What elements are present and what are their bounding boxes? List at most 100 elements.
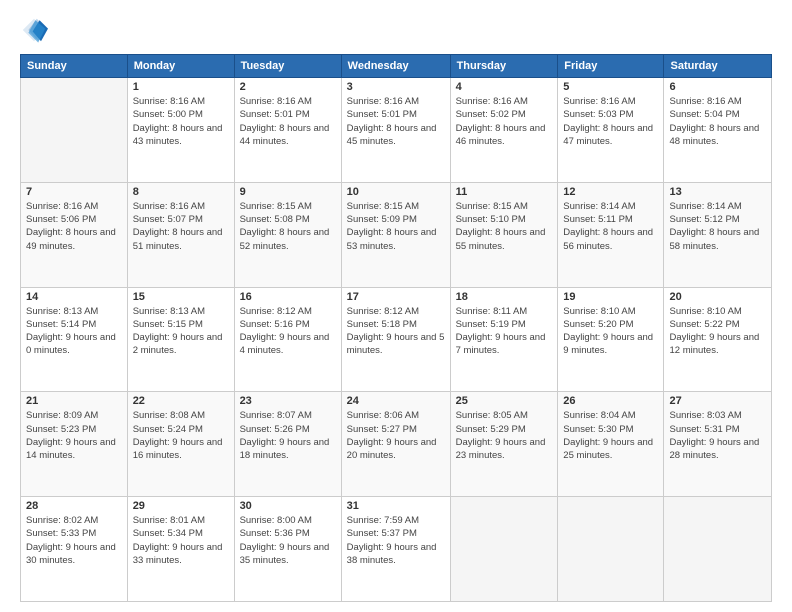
day-info: Sunrise: 8:16 AMSunset: 5:01 PMDaylight:… xyxy=(347,95,445,148)
calendar-cell: 20 Sunrise: 8:10 AMSunset: 5:22 PMDaylig… xyxy=(664,287,772,392)
calendar-cell: 11 Sunrise: 8:15 AMSunset: 5:10 PMDaylig… xyxy=(450,182,558,287)
calendar-cell: 4 Sunrise: 8:16 AMSunset: 5:02 PMDayligh… xyxy=(450,78,558,183)
day-info: Sunrise: 8:04 AMSunset: 5:30 PMDaylight:… xyxy=(563,409,658,462)
calendar-cell: 14 Sunrise: 8:13 AMSunset: 5:14 PMDaylig… xyxy=(21,287,128,392)
day-info: Sunrise: 8:12 AMSunset: 5:18 PMDaylight:… xyxy=(347,305,445,358)
calendar-cell: 31 Sunrise: 7:59 AMSunset: 5:37 PMDaylig… xyxy=(341,497,450,602)
day-info: Sunrise: 8:16 AMSunset: 5:01 PMDaylight:… xyxy=(240,95,336,148)
day-number: 25 xyxy=(456,395,553,407)
day-number: 31 xyxy=(347,500,445,512)
calendar-cell: 28 Sunrise: 8:02 AMSunset: 5:33 PMDaylig… xyxy=(21,497,128,602)
day-info: Sunrise: 8:10 AMSunset: 5:20 PMDaylight:… xyxy=(563,305,658,358)
day-number: 18 xyxy=(456,291,553,303)
day-number: 5 xyxy=(563,81,658,93)
day-info: Sunrise: 8:16 AMSunset: 5:00 PMDaylight:… xyxy=(133,95,229,148)
calendar-cell: 7 Sunrise: 8:16 AMSunset: 5:06 PMDayligh… xyxy=(21,182,128,287)
weekday-header-friday: Friday xyxy=(558,55,664,78)
day-number: 17 xyxy=(347,291,445,303)
weekday-header-row: SundayMondayTuesdayWednesdayThursdayFrid… xyxy=(21,55,772,78)
calendar-cell: 17 Sunrise: 8:12 AMSunset: 5:18 PMDaylig… xyxy=(341,287,450,392)
logo xyxy=(20,16,52,44)
day-info: Sunrise: 8:03 AMSunset: 5:31 PMDaylight:… xyxy=(669,409,766,462)
weekday-header-monday: Monday xyxy=(127,55,234,78)
weekday-header-saturday: Saturday xyxy=(664,55,772,78)
day-number: 19 xyxy=(563,291,658,303)
day-info: Sunrise: 8:11 AMSunset: 5:19 PMDaylight:… xyxy=(456,305,553,358)
calendar-cell: 5 Sunrise: 8:16 AMSunset: 5:03 PMDayligh… xyxy=(558,78,664,183)
day-number: 2 xyxy=(240,81,336,93)
calendar-cell: 1 Sunrise: 8:16 AMSunset: 5:00 PMDayligh… xyxy=(127,78,234,183)
day-info: Sunrise: 8:16 AMSunset: 5:06 PMDaylight:… xyxy=(26,200,122,253)
calendar-cell xyxy=(558,497,664,602)
day-number: 7 xyxy=(26,186,122,198)
day-number: 4 xyxy=(456,81,553,93)
day-info: Sunrise: 8:13 AMSunset: 5:15 PMDaylight:… xyxy=(133,305,229,358)
day-number: 10 xyxy=(347,186,445,198)
day-info: Sunrise: 8:00 AMSunset: 5:36 PMDaylight:… xyxy=(240,514,336,567)
week-row-2: 7 Sunrise: 8:16 AMSunset: 5:06 PMDayligh… xyxy=(21,182,772,287)
day-number: 28 xyxy=(26,500,122,512)
header xyxy=(20,16,772,44)
week-row-1: 1 Sunrise: 8:16 AMSunset: 5:00 PMDayligh… xyxy=(21,78,772,183)
calendar-cell: 18 Sunrise: 8:11 AMSunset: 5:19 PMDaylig… xyxy=(450,287,558,392)
day-info: Sunrise: 8:15 AMSunset: 5:08 PMDaylight:… xyxy=(240,200,336,253)
logo-icon xyxy=(20,16,48,44)
calendar-cell: 26 Sunrise: 8:04 AMSunset: 5:30 PMDaylig… xyxy=(558,392,664,497)
calendar-cell: 23 Sunrise: 8:07 AMSunset: 5:26 PMDaylig… xyxy=(234,392,341,497)
week-row-5: 28 Sunrise: 8:02 AMSunset: 5:33 PMDaylig… xyxy=(21,497,772,602)
day-info: Sunrise: 8:15 AMSunset: 5:09 PMDaylight:… xyxy=(347,200,445,253)
day-info: Sunrise: 8:16 AMSunset: 5:02 PMDaylight:… xyxy=(456,95,553,148)
calendar-cell: 13 Sunrise: 8:14 AMSunset: 5:12 PMDaylig… xyxy=(664,182,772,287)
calendar-cell: 21 Sunrise: 8:09 AMSunset: 5:23 PMDaylig… xyxy=(21,392,128,497)
day-info: Sunrise: 8:01 AMSunset: 5:34 PMDaylight:… xyxy=(133,514,229,567)
day-info: Sunrise: 8:08 AMSunset: 5:24 PMDaylight:… xyxy=(133,409,229,462)
day-number: 11 xyxy=(456,186,553,198)
day-number: 12 xyxy=(563,186,658,198)
day-number: 27 xyxy=(669,395,766,407)
calendar-cell: 16 Sunrise: 8:12 AMSunset: 5:16 PMDaylig… xyxy=(234,287,341,392)
calendar-cell: 6 Sunrise: 8:16 AMSunset: 5:04 PMDayligh… xyxy=(664,78,772,183)
calendar-cell: 27 Sunrise: 8:03 AMSunset: 5:31 PMDaylig… xyxy=(664,392,772,497)
day-number: 3 xyxy=(347,81,445,93)
day-number: 16 xyxy=(240,291,336,303)
day-number: 23 xyxy=(240,395,336,407)
calendar-cell: 15 Sunrise: 8:13 AMSunset: 5:15 PMDaylig… xyxy=(127,287,234,392)
calendar-cell: 12 Sunrise: 8:14 AMSunset: 5:11 PMDaylig… xyxy=(558,182,664,287)
calendar-table: SundayMondayTuesdayWednesdayThursdayFrid… xyxy=(20,54,772,602)
day-number: 6 xyxy=(669,81,766,93)
calendar-cell: 8 Sunrise: 8:16 AMSunset: 5:07 PMDayligh… xyxy=(127,182,234,287)
day-number: 21 xyxy=(26,395,122,407)
week-row-4: 21 Sunrise: 8:09 AMSunset: 5:23 PMDaylig… xyxy=(21,392,772,497)
calendar-cell: 24 Sunrise: 8:06 AMSunset: 5:27 PMDaylig… xyxy=(341,392,450,497)
calendar-cell xyxy=(21,78,128,183)
day-number: 15 xyxy=(133,291,229,303)
weekday-header-tuesday: Tuesday xyxy=(234,55,341,78)
day-info: Sunrise: 8:07 AMSunset: 5:26 PMDaylight:… xyxy=(240,409,336,462)
day-info: Sunrise: 8:16 AMSunset: 5:04 PMDaylight:… xyxy=(669,95,766,148)
calendar-cell: 10 Sunrise: 8:15 AMSunset: 5:09 PMDaylig… xyxy=(341,182,450,287)
day-info: Sunrise: 7:59 AMSunset: 5:37 PMDaylight:… xyxy=(347,514,445,567)
weekday-header-sunday: Sunday xyxy=(21,55,128,78)
day-info: Sunrise: 8:06 AMSunset: 5:27 PMDaylight:… xyxy=(347,409,445,462)
day-number: 13 xyxy=(669,186,766,198)
day-number: 20 xyxy=(669,291,766,303)
calendar-cell: 25 Sunrise: 8:05 AMSunset: 5:29 PMDaylig… xyxy=(450,392,558,497)
day-number: 14 xyxy=(26,291,122,303)
day-info: Sunrise: 8:10 AMSunset: 5:22 PMDaylight:… xyxy=(669,305,766,358)
day-number: 22 xyxy=(133,395,229,407)
day-number: 26 xyxy=(563,395,658,407)
weekday-header-thursday: Thursday xyxy=(450,55,558,78)
calendar-cell: 19 Sunrise: 8:10 AMSunset: 5:20 PMDaylig… xyxy=(558,287,664,392)
day-number: 8 xyxy=(133,186,229,198)
calendar-cell: 9 Sunrise: 8:15 AMSunset: 5:08 PMDayligh… xyxy=(234,182,341,287)
day-info: Sunrise: 8:02 AMSunset: 5:33 PMDaylight:… xyxy=(26,514,122,567)
calendar-cell: 30 Sunrise: 8:00 AMSunset: 5:36 PMDaylig… xyxy=(234,497,341,602)
day-number: 9 xyxy=(240,186,336,198)
calendar-cell: 29 Sunrise: 8:01 AMSunset: 5:34 PMDaylig… xyxy=(127,497,234,602)
calendar-cell: 3 Sunrise: 8:16 AMSunset: 5:01 PMDayligh… xyxy=(341,78,450,183)
weekday-header-wednesday: Wednesday xyxy=(341,55,450,78)
calendar-cell: 22 Sunrise: 8:08 AMSunset: 5:24 PMDaylig… xyxy=(127,392,234,497)
day-info: Sunrise: 8:05 AMSunset: 5:29 PMDaylight:… xyxy=(456,409,553,462)
day-info: Sunrise: 8:15 AMSunset: 5:10 PMDaylight:… xyxy=(456,200,553,253)
day-info: Sunrise: 8:13 AMSunset: 5:14 PMDaylight:… xyxy=(26,305,122,358)
